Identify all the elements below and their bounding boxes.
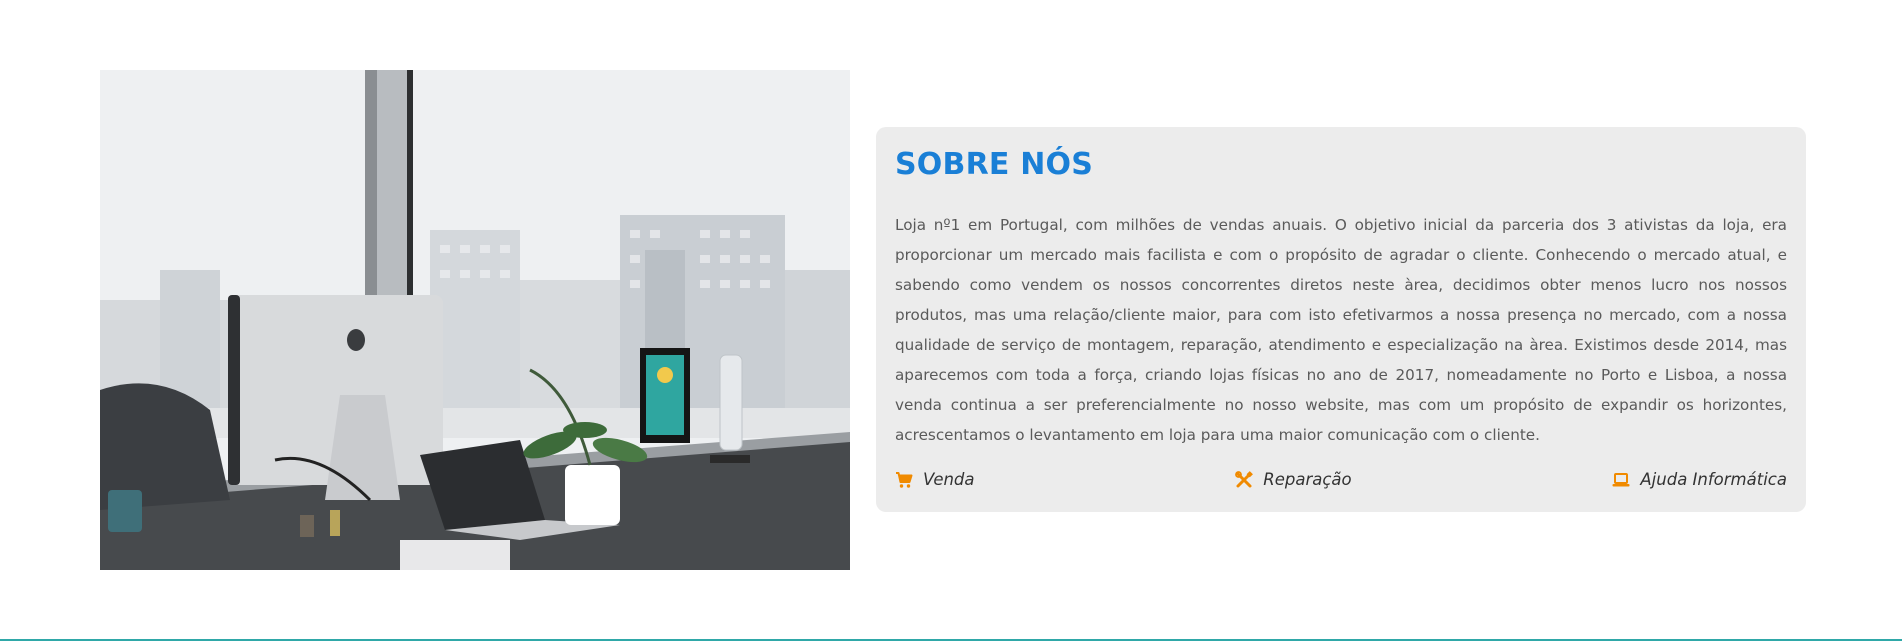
feature-label-reparacao: Reparação <box>1263 470 1352 489</box>
feature-label-venda: Venda <box>923 470 975 489</box>
feature-reparacao[interactable]: Reparação <box>1235 470 1352 489</box>
shopping-cart-icon <box>895 471 913 489</box>
feature-ajuda-informatica[interactable]: Ajuda Informática <box>1612 470 1787 489</box>
features-row: Venda Reparação Ajuda Informática <box>895 470 1787 489</box>
feature-venda[interactable]: Venda <box>895 470 975 489</box>
tools-icon <box>1235 470 1254 489</box>
about-title: SOBRE NÓS <box>895 147 1094 182</box>
office-desk-photo <box>100 70 850 570</box>
about-section: SOBRE NÓS Loja nº1 em Portugal, com milh… <box>0 0 1902 641</box>
about-paragraph: Loja nº1 em Portugal, com milhões de ven… <box>895 216 1787 444</box>
about-card: SOBRE NÓS Loja nº1 em Portugal, com milh… <box>876 127 1806 512</box>
feature-label-ajuda: Ajuda Informática <box>1640 470 1787 489</box>
laptop-icon <box>1612 471 1630 489</box>
